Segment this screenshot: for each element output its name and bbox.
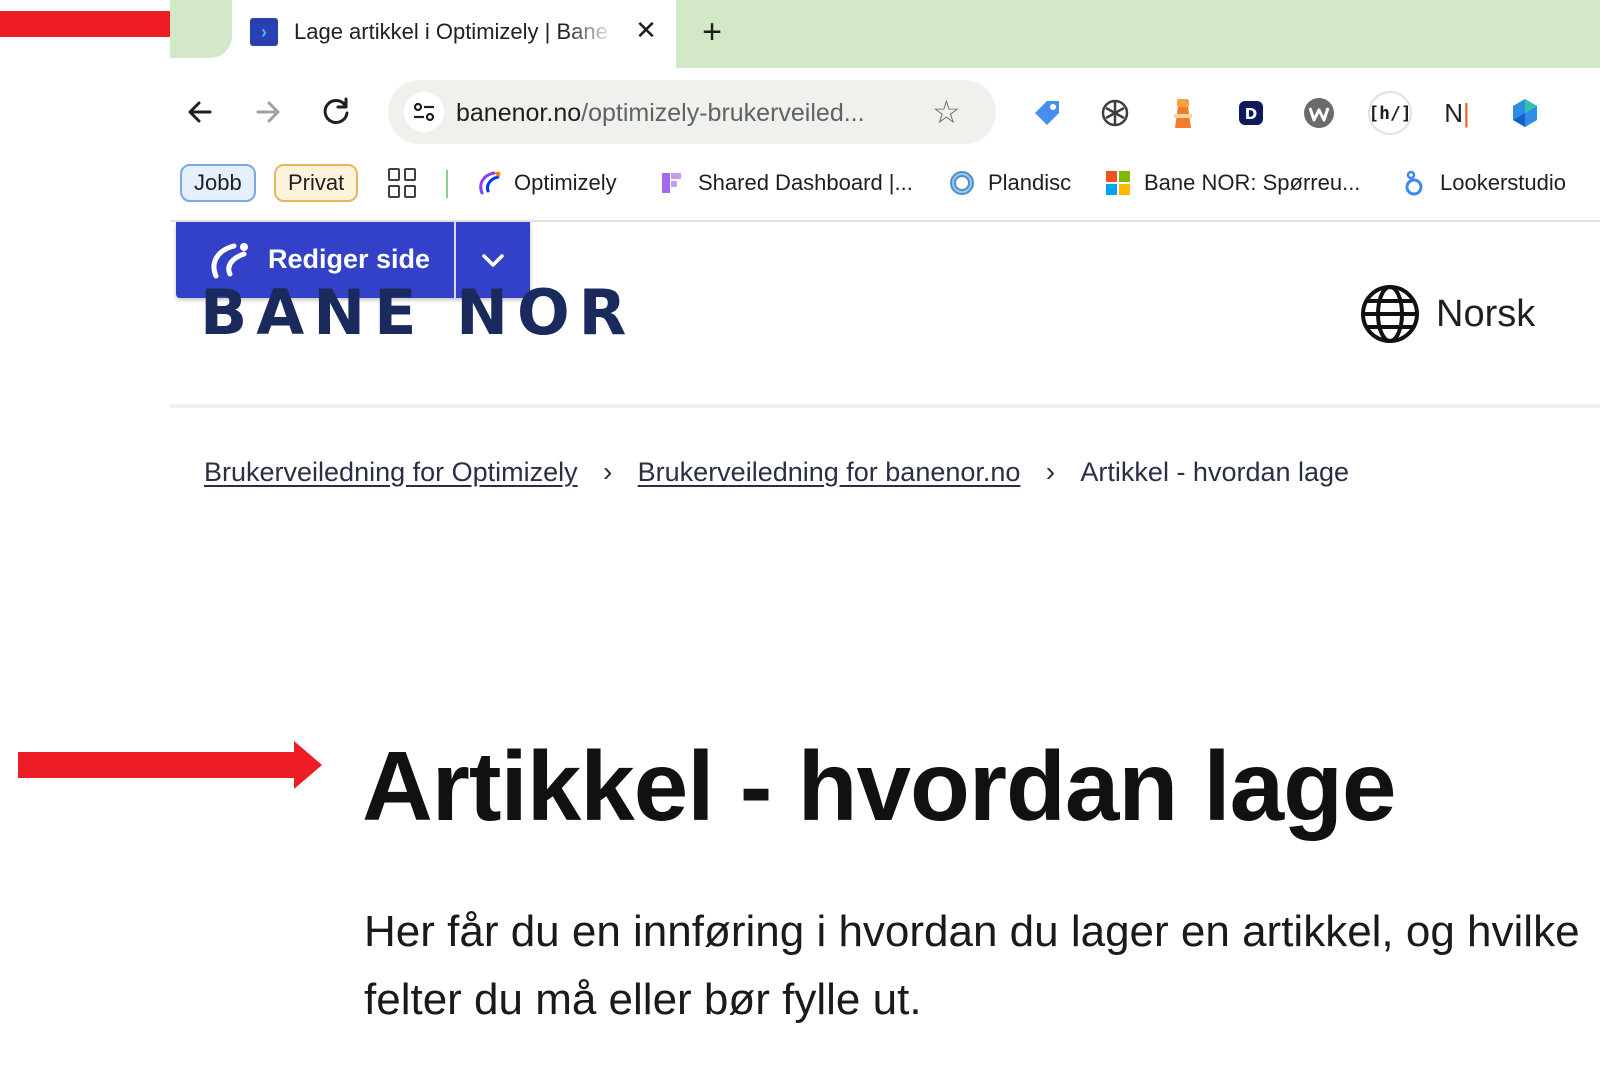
apps-grid-icon[interactable] (388, 168, 418, 198)
bookmarks-separator (446, 170, 448, 198)
back-arrow-icon (188, 101, 212, 123)
language-selector[interactable]: Norsk (1360, 284, 1535, 344)
browser-toolbar: banenor.no/optimizely-brukerveiled... ☆ … (170, 68, 1600, 154)
bookmark-label: Plandisc (988, 170, 1072, 195)
article-intro: Her får du en innføring i hvordan du lag… (364, 907, 1580, 1024)
url-host: banenor.no (456, 99, 582, 127)
site-info-icon[interactable] (404, 92, 444, 132)
page-title: Artikkel - hvordan lage (362, 731, 1397, 841)
back-button[interactable] (180, 92, 220, 132)
tag-extension-icon[interactable] (1028, 94, 1066, 132)
url-text: banenor.no/optimizely-brukerveiled... (456, 99, 865, 128)
bookmark-plandisc[interactable]: Plandisc (948, 166, 1071, 200)
bookmark-group-jobb[interactable]: Jobb (180, 164, 256, 202)
bookmark-optimizely[interactable]: Optimizely (474, 166, 617, 200)
tab-strip: › Lage artikkel i Optimizely | Bane NOR … (170, 0, 1600, 68)
annotation-arrow-title (18, 741, 322, 789)
microsoft-forms-icon (1106, 171, 1130, 195)
plandisc-icon (950, 171, 974, 195)
breadcrumb-link-optimizely[interactable]: Brukerveiledning for Optimizely (204, 457, 578, 488)
bookmark-group-privat[interactable]: Privat (274, 164, 359, 202)
lookerstudio-icon (1405, 170, 1423, 196)
dashlane-extension-icon[interactable]: D (1232, 94, 1270, 132)
rediger-side-label: Rediger side (268, 244, 431, 274)
address-bar[interactable]: banenor.no/optimizely-brukerveiled... ☆ (388, 80, 996, 144)
bookmark-lookerstudio[interactable]: Lookerstudio (1400, 166, 1566, 200)
reload-icon (323, 97, 349, 124)
url-path: /optimizely-brukerveiled... (581, 99, 865, 127)
globe-icon (1361, 285, 1419, 343)
forward-arrow-icon (256, 101, 280, 123)
breadcrumb: Brukerveiledning for Optimizely › Bruker… (204, 456, 1349, 488)
bookmarks-bar: Jobb Privat Optimizely Shared Dashboard … (170, 154, 1600, 222)
svg-text:D: D (1245, 105, 1257, 123)
dashboard-icon (662, 173, 681, 193)
bane-nor-logo[interactable]: BANE NOR (200, 276, 635, 349)
bookmark-shared-dashboard[interactable]: Shared Dashboard |... (658, 166, 913, 200)
bookmark-label: Optimizely (514, 170, 617, 195)
forward-button[interactable] (248, 92, 288, 132)
chevron-down-icon (482, 254, 504, 267)
bookmark-spoerreundersokelse[interactable]: Bane NOR: Spørreu... (1104, 166, 1360, 200)
bookmark-label: Bane NOR: Spørreu... (1144, 170, 1361, 195)
new-tab-button[interactable]: + (692, 12, 732, 52)
browser-window: › Lage artikkel i Optimizely | Bane NOR … (170, 0, 1600, 224)
hv-extension-icon[interactable]: [h/] (1368, 91, 1412, 135)
reload-button[interactable] (316, 92, 356, 132)
notion-extension-icon[interactable]: N| (1438, 94, 1476, 132)
wappalyzer-extension-icon[interactable] (1300, 94, 1338, 132)
lighthouse-extension-icon[interactable] (1164, 94, 1202, 132)
optimizely-icon (479, 171, 501, 195)
bookmark-label: Lookerstudio (1440, 170, 1566, 195)
chevron-right-icon: › (602, 456, 613, 487)
tab-strip-edge (170, 0, 232, 68)
language-label: Norsk (1436, 292, 1536, 335)
chevron-right-icon: › (1045, 456, 1056, 487)
bookmark-label: Shared Dashboard |... (698, 170, 913, 195)
openai-extension-icon[interactable] (1096, 94, 1134, 132)
breadcrumb-current: Artikkel - hvordan lage (1080, 456, 1350, 487)
tab-title: Lage artikkel i Optimizely | Bane NOR (294, 19, 614, 44)
bookmark-star-icon[interactable]: ☆ (932, 92, 961, 132)
active-tab[interactable]: › Lage artikkel i Optimizely | Bane NOR … (232, 0, 676, 68)
bane-nor-favicon-icon: › (250, 18, 278, 46)
copilot-extension-icon[interactable] (1506, 94, 1544, 132)
header-divider (170, 404, 1600, 408)
breadcrumb-link-banenor[interactable]: Brukerveiledning for banenor.no (638, 457, 1021, 488)
tab-close-icon[interactable]: ✕ (630, 14, 662, 46)
